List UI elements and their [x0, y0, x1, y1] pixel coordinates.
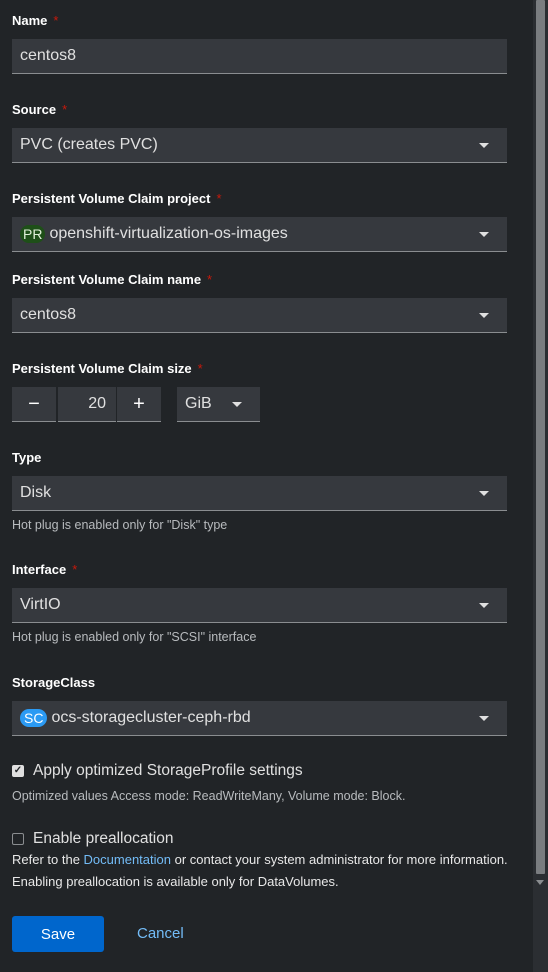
optimized-helper-text: Optimized values Access mode: ReadWriteM…: [12, 789, 406, 803]
type-select[interactable]: Disk: [12, 476, 507, 511]
type-label: Type: [12, 450, 42, 465]
increment-button[interactable]: +: [117, 387, 161, 422]
caret-down-icon: [479, 143, 489, 148]
save-button[interactable]: Save: [12, 916, 104, 952]
scrollbar-thumb[interactable]: [536, 0, 545, 874]
preallocation-description: Refer to the Documentation or contact yo…: [12, 849, 512, 893]
required-marker: *: [62, 102, 68, 117]
name-input[interactable]: centos8: [12, 39, 507, 74]
cancel-button[interactable]: Cancel: [137, 925, 184, 942]
required-marker: *: [207, 272, 213, 287]
caret-down-icon: [479, 232, 489, 237]
project-badge: PR: [20, 225, 46, 243]
caret-down-icon: [479, 603, 489, 608]
type-value: Disk: [20, 484, 52, 501]
optimized-settings-row[interactable]: ✓ Apply optimized StorageProfile setting…: [12, 762, 303, 780]
pvc-project-label: Persistent Volume Claim project *: [12, 191, 222, 206]
pvc-name-select[interactable]: centos8: [12, 298, 507, 333]
scroll-down-icon[interactable]: [536, 880, 544, 885]
decrement-button[interactable]: −: [12, 387, 56, 422]
storageclass-value: ocs-storagecluster-ceph-rbd: [51, 709, 251, 726]
preallocation-checkbox[interactable]: [12, 833, 24, 845]
required-marker: *: [197, 361, 203, 376]
storageclass-label: StorageClass: [12, 675, 96, 690]
documentation-link[interactable]: Documentation: [84, 852, 171, 867]
preallocation-row[interactable]: Enable preallocation: [12, 830, 173, 848]
storageclass-select[interactable]: SC ocs-storagecluster-ceph-rbd: [12, 701, 507, 736]
size-unit-select[interactable]: GiB: [177, 387, 260, 422]
pvc-name-value: centos8: [20, 306, 77, 323]
optimized-settings-checkbox[interactable]: ✓: [12, 765, 24, 777]
source-select[interactable]: PVC (creates PVC): [12, 128, 507, 163]
size-value: 20: [88, 395, 106, 412]
description-text: Refer to the: [12, 852, 84, 867]
required-marker: *: [53, 13, 59, 28]
unit-value: GiB: [185, 395, 212, 412]
caret-down-icon: [232, 402, 242, 407]
source-label: Source *: [12, 102, 68, 117]
check-icon: ✓: [13, 765, 23, 776]
required-marker: *: [72, 562, 78, 577]
preallocation-label: Enable preallocation: [33, 830, 174, 847]
name-label: Name *: [12, 13, 59, 28]
pvc-project-select[interactable]: PR openshift-virtualization-os-images: [12, 217, 507, 252]
caret-down-icon: [479, 491, 489, 496]
storageclass-badge: SC: [20, 709, 48, 727]
source-value: PVC (creates PVC): [20, 136, 158, 153]
scrollbar[interactable]: [533, 0, 548, 972]
interface-select[interactable]: VirtIO: [12, 588, 507, 623]
optimized-settings-label: Apply optimized StorageProfile settings: [33, 762, 303, 779]
interface-label: Interface *: [12, 562, 78, 577]
caret-down-icon: [479, 313, 489, 318]
size-input[interactable]: 20: [58, 387, 116, 422]
pvc-size-label: Persistent Volume Claim size *: [12, 361, 203, 376]
interface-value: VirtIO: [20, 596, 61, 613]
pvc-name-label: Persistent Volume Claim name *: [12, 272, 213, 287]
required-marker: *: [216, 191, 222, 206]
form-panel: Name * centos8 Source * PVC (creates PVC) …: [0, 0, 533, 972]
interface-helper-text: Hot plug is enabled only for "SCSI" inte…: [12, 630, 257, 644]
pvc-project-value: openshift-virtualization-os-images: [49, 225, 288, 242]
name-value: centos8: [20, 47, 77, 64]
caret-down-icon: [479, 716, 489, 721]
type-helper-text: Hot plug is enabled only for "Disk" type: [12, 518, 228, 532]
